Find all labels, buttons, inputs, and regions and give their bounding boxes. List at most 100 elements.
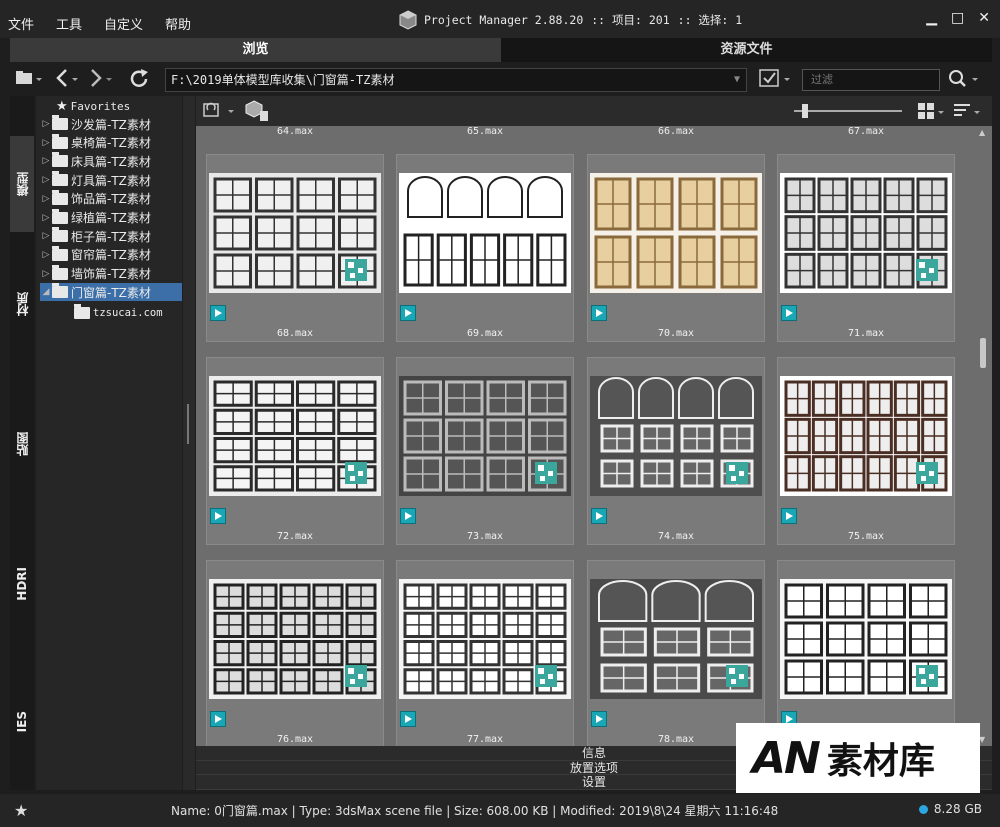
star-icon: ★ bbox=[56, 98, 68, 114]
forward-icon[interactable] bbox=[86, 66, 116, 95]
minimize-icon[interactable]: ▁ bbox=[926, 10, 937, 26]
chevron-right-icon[interactable]: ▷ bbox=[40, 250, 52, 260]
tree-subfolder[interactable]: tzsucai.com bbox=[74, 304, 163, 322]
sync-icon[interactable] bbox=[202, 100, 238, 125]
folder-icon bbox=[52, 264, 68, 280]
tab-models[interactable]: 模型 bbox=[10, 136, 34, 232]
scroll-thumb[interactable] bbox=[980, 338, 986, 368]
tree-folder[interactable]: ▷ 沙发篇-TZ素材 bbox=[40, 115, 151, 133]
tree-folder[interactable]: ▷ 窗帘篇-TZ素材 bbox=[40, 245, 151, 264]
thumbnail-card[interactable]: 71.max bbox=[777, 154, 955, 342]
tab-resource-files[interactable]: 资源文件 bbox=[501, 38, 992, 62]
tree-folder[interactable]: ▷ 绿植篇-TZ素材 bbox=[40, 208, 151, 227]
tab-maps[interactable]: 贴图 bbox=[10, 396, 34, 492]
panel-splitter[interactable] bbox=[183, 96, 195, 790]
menu-help[interactable]: 帮助 bbox=[165, 14, 191, 33]
tab-materials[interactable]: 材质 bbox=[10, 256, 34, 352]
sort-icon[interactable] bbox=[952, 101, 982, 124]
max-file-icon bbox=[591, 508, 607, 524]
tree-favorites[interactable]: ★ Favorites bbox=[56, 97, 130, 115]
grid-scrollbar[interactable]: ▲ ▼ bbox=[976, 126, 992, 746]
menu-tools[interactable]: 工具 bbox=[56, 14, 82, 33]
thumbnail-card[interactable]: 73.max bbox=[396, 357, 574, 545]
thumbnail-label: 68.max bbox=[276, 328, 314, 339]
thumbnail-image[interactable] bbox=[209, 579, 381, 699]
items-count: :: 项目: 201 bbox=[591, 13, 670, 27]
thumbnail-image[interactable] bbox=[209, 376, 381, 496]
filter-options-icon[interactable] bbox=[758, 68, 794, 95]
tree-folder[interactable]: ▷ 墙饰篇-TZ素材 bbox=[40, 264, 151, 283]
menu-file[interactable]: 文件 bbox=[8, 14, 34, 33]
window-controls: ▁ □ ✕ bbox=[926, 10, 990, 26]
thumbnail-card[interactable]: 78.max bbox=[587, 560, 765, 746]
tree-folder[interactable]: ▷ 柜子篇-TZ素材 bbox=[40, 227, 151, 245]
tree-folder[interactable]: ▷ 桌椅篇-TZ素材 bbox=[40, 133, 151, 152]
path-input[interactable]: F:\2019单体模型库收集\门窗篇-TZ素材 ▼ bbox=[165, 68, 747, 92]
tab-hdri[interactable]: HDRI bbox=[10, 536, 34, 632]
close-icon[interactable]: ✕ bbox=[978, 10, 990, 26]
path-dropdown-icon[interactable]: ▼ bbox=[734, 69, 740, 91]
thumbnail-image[interactable] bbox=[780, 579, 952, 699]
thumbnail-label: 74.max bbox=[657, 531, 695, 542]
folder-icon bbox=[52, 115, 68, 130]
thumbnail-image[interactable] bbox=[780, 376, 952, 496]
thumbnail-card[interactable]: 75.max bbox=[777, 357, 955, 545]
thumbnail-image[interactable] bbox=[590, 579, 762, 699]
selection-count: :: 选择: 1 bbox=[677, 13, 743, 27]
thumbnail-image[interactable] bbox=[399, 376, 571, 496]
thumbnail-card[interactable]: 79.max bbox=[777, 560, 955, 746]
chevron-right-icon[interactable]: ▷ bbox=[40, 194, 52, 204]
slider-knob[interactable] bbox=[802, 104, 808, 118]
thumbnail-card[interactable]: 72.max bbox=[206, 357, 384, 545]
back-icon[interactable] bbox=[52, 66, 82, 95]
thumbnail-card[interactable]: 74.max bbox=[587, 357, 765, 545]
tree-folder[interactable]: ▷ 饰品篇-TZ素材 bbox=[40, 189, 151, 208]
tree-folder[interactable]: ▷ 床具篇-TZ素材 bbox=[40, 152, 151, 170]
package-icon[interactable] bbox=[244, 99, 270, 126]
refresh-icon[interactable] bbox=[128, 67, 152, 96]
thumbnail-card[interactable]: 70.max bbox=[587, 154, 765, 342]
folder-menu-icon[interactable] bbox=[14, 68, 44, 93]
tree-folder-label: 绿植篇-TZ素材 bbox=[71, 211, 151, 225]
chevron-right-icon[interactable]: ▷ bbox=[40, 175, 52, 185]
chevron-right-icon[interactable]: ▷ bbox=[40, 231, 52, 241]
folder-icon bbox=[52, 133, 68, 149]
chevron-right-icon[interactable]: ▷ bbox=[40, 213, 52, 223]
scroll-up-icon[interactable]: ▲ bbox=[979, 128, 985, 137]
max-file-icon bbox=[591, 711, 607, 727]
thumbnail-card[interactable]: 68.max bbox=[206, 154, 384, 342]
thumbnail-image[interactable] bbox=[399, 173, 571, 293]
tree-folder[interactable]: ▷ 灯具篇-TZ素材 bbox=[40, 171, 151, 189]
filter-input[interactable]: 过滤 bbox=[802, 69, 940, 91]
folder-icon bbox=[52, 245, 68, 261]
thumbnail-image[interactable] bbox=[209, 173, 381, 293]
tree-folder-label: 沙发篇-TZ素材 bbox=[71, 117, 151, 132]
thumbnail-image[interactable] bbox=[590, 376, 762, 496]
tab-browse[interactable]: 浏览 bbox=[10, 38, 501, 62]
tree-folder-label: 墙饰篇-TZ素材 bbox=[71, 267, 151, 282]
chevron-right-icon[interactable]: ▷ bbox=[40, 269, 52, 279]
favorite-star-icon[interactable]: ★ bbox=[14, 801, 28, 820]
chevron-right-icon[interactable]: ▷ bbox=[40, 138, 52, 148]
thumbnail-size-slider[interactable] bbox=[794, 104, 902, 118]
search-icon[interactable] bbox=[946, 68, 982, 95]
chevron-right-icon[interactable]: ▷ bbox=[40, 156, 52, 166]
tab-ies[interactable]: IES bbox=[10, 674, 34, 770]
thumbnail-card[interactable]: 77.max bbox=[396, 560, 574, 746]
thumbnail-card[interactable]: 69.max bbox=[396, 154, 574, 342]
thumbnail-image[interactable] bbox=[399, 579, 571, 699]
thumbnail-image[interactable] bbox=[590, 173, 762, 293]
view-mode-icon[interactable] bbox=[916, 101, 946, 124]
thumbnail-card[interactable]: 76.max bbox=[206, 560, 384, 746]
chevron-down-icon[interactable]: ◢ bbox=[40, 287, 52, 297]
menu-customize[interactable]: 自定义 bbox=[104, 14, 143, 33]
maximize-icon[interactable]: □ bbox=[951, 10, 964, 26]
max-file-icon bbox=[591, 305, 607, 321]
thumbnail-image[interactable] bbox=[780, 173, 952, 293]
thumbnail-label: 72.max bbox=[276, 531, 314, 542]
thumbnail-grid: 64.max 65.max 66.max 67.max 68.max 69.max 70.m… bbox=[196, 126, 976, 746]
chevron-right-icon[interactable]: ▷ bbox=[40, 119, 52, 129]
path-text: F:\2019单体模型库收集\门窗篇-TZ素材 bbox=[171, 73, 395, 87]
tree-folder[interactable]: ◢ 门窗篇-TZ素材 bbox=[40, 283, 182, 302]
max-file-icon bbox=[400, 305, 416, 321]
